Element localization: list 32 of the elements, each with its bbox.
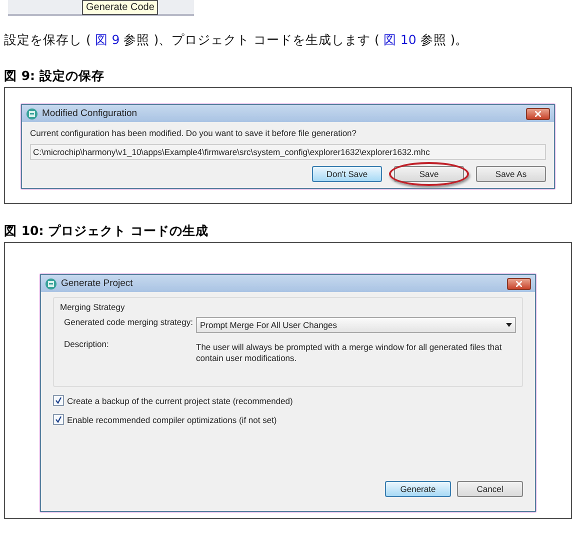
checkbox[interactable]: [53, 414, 64, 426]
check-icon: [55, 397, 62, 404]
group-title: Merging Strategy: [60, 302, 126, 312]
dialog-title: Generate Project: [61, 278, 134, 289]
figure-caption: 図 9: 設定の保存: [4, 68, 106, 85]
tooltip: Generate Code: [82, 0, 158, 15]
dialog-title: Modified Configuration: [42, 108, 138, 119]
instruction-text: 設定を保存し ( 図 9 参照 )、プロジェクト コードを生成します ( 図 10 参照 )。: [4, 32, 470, 49]
app-icon: [45, 278, 57, 290]
caret-icon: [506, 323, 512, 327]
figure-link[interactable]: 図 9: [94, 32, 120, 47]
field-label: Description:: [64, 339, 110, 351]
checkbox-label: Enable recommended compiler optimizations (if not set): [67, 414, 277, 425]
close-button[interactable]: [507, 278, 531, 290]
dialog-button[interactable]: Generate: [385, 481, 451, 498]
dialog-button[interactable]: Cancel: [457, 481, 523, 498]
path-field: C:\microchip\harmony\v1_10\apps\Example4\firmware\src\system_config\explorer1632\explorer1632.mhc: [30, 144, 546, 160]
dialog-button[interactable]: Save As: [476, 166, 546, 182]
app-icon: [26, 108, 38, 120]
description-text: The user will always be prompted with a merge window for all generated files that contain user modifications.: [196, 341, 503, 364]
figure-caption: 図 10: プロジェクト コードの生成: [4, 223, 210, 240]
strategy-dropdown[interactable]: Prompt Merge For All User Changes: [196, 317, 516, 333]
field-label: Generated code merging strategy:: [64, 317, 194, 329]
dialog-button[interactable]: Don't Save: [312, 166, 382, 182]
checkbox[interactable]: [53, 395, 64, 406]
check-icon: [55, 416, 62, 424]
figure-link[interactable]: 図 10: [383, 32, 416, 47]
close-button[interactable]: [526, 108, 550, 120]
dialog-message: Current configuration has been modified. Do you want to save it before file generation?: [30, 128, 358, 138]
close-icon: [516, 280, 522, 286]
checkbox-label: Create a backup of the current project state (recommended): [67, 396, 293, 406]
close-icon: [535, 110, 541, 116]
